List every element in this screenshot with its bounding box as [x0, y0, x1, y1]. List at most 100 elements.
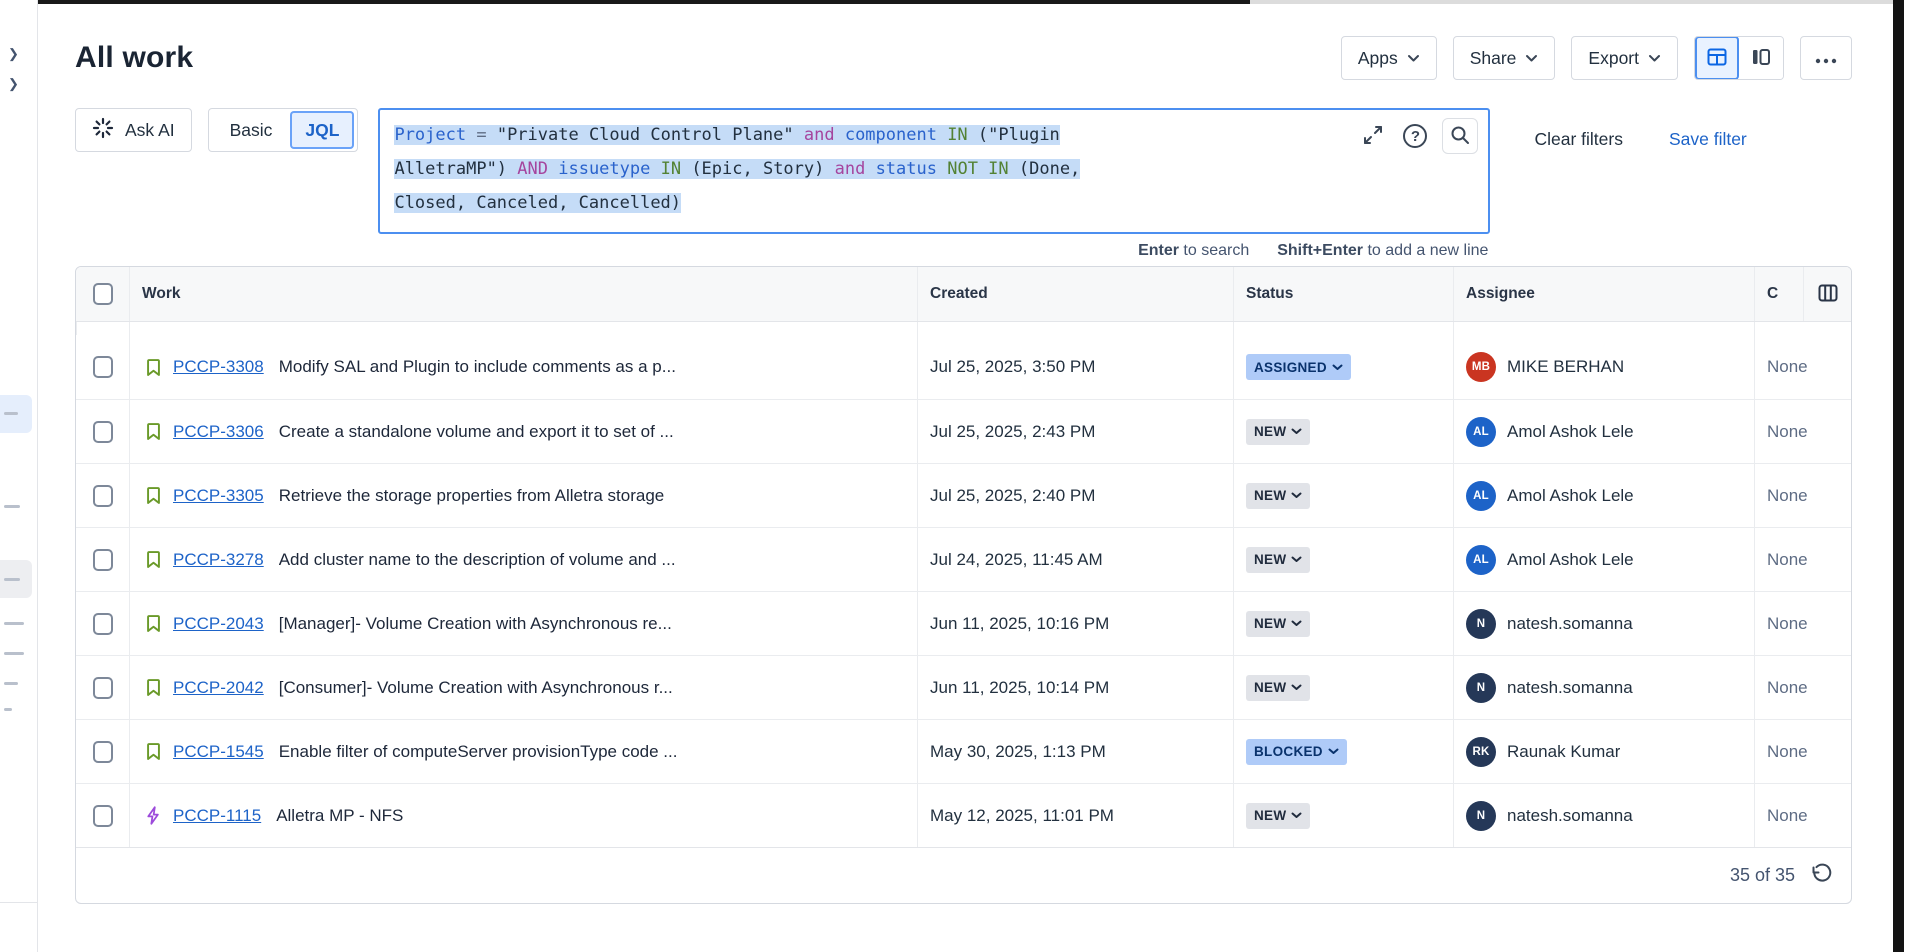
row-checkbox[interactable] — [93, 421, 113, 443]
syntax-help-button[interactable]: ? — [1400, 121, 1430, 151]
row-checkbox[interactable] — [93, 613, 113, 635]
chevron-down-icon — [1328, 748, 1339, 755]
table-row[interactable]: PCCP-3305 Retrieve the storage propertie… — [76, 463, 1851, 527]
avatar: MB — [1466, 352, 1496, 382]
issue-key-link[interactable]: PCCP-1545 — [173, 742, 264, 762]
row-checkbox[interactable] — [93, 805, 113, 827]
header-status[interactable]: Status — [1233, 267, 1453, 321]
story-icon — [142, 356, 164, 378]
row-checkbox[interactable] — [93, 356, 113, 378]
header-assignee[interactable]: Assignee — [1453, 267, 1754, 321]
save-filter-button[interactable]: Save filter — [1669, 129, 1747, 150]
row-checkbox[interactable] — [93, 741, 113, 763]
issue-key-link[interactable]: PCCP-1115 — [173, 806, 261, 826]
chevron-down-icon — [1332, 364, 1343, 371]
row-checkbox[interactable] — [93, 549, 113, 571]
header-checkbox-cell — [76, 267, 129, 321]
issue-key-link[interactable]: PCCP-3305 — [173, 486, 264, 506]
sidebar-item-remnant — [4, 622, 24, 625]
ask-ai-label: Ask AI — [125, 120, 175, 141]
header-extra-label[interactable]: C — [1767, 285, 1778, 303]
apps-button[interactable]: Apps — [1341, 36, 1437, 80]
run-search-button[interactable] — [1442, 118, 1478, 154]
issue-key-link[interactable]: PCCP-3278 — [173, 550, 264, 570]
extra-cell: None — [1754, 784, 1851, 847]
header-actions: Apps Share Export — [1341, 36, 1852, 80]
status-badge[interactable]: NEW — [1246, 483, 1310, 509]
status-badge[interactable]: ASSIGNED — [1246, 354, 1351, 380]
status-badge[interactable]: NEW — [1246, 803, 1310, 829]
assignee-name: Raunak Kumar — [1507, 742, 1620, 762]
avatar: N — [1466, 609, 1496, 639]
more-actions-button[interactable] — [1800, 36, 1852, 80]
assignee-cell: N natesh.somanna — [1453, 656, 1754, 719]
avatar: RK — [1466, 737, 1496, 767]
export-button[interactable]: Export — [1571, 36, 1678, 80]
status-badge-label: NEW — [1254, 488, 1286, 503]
row-checkbox-cell — [76, 400, 129, 463]
story-icon — [142, 613, 164, 635]
scrolled-row-remnant — [76, 322, 1851, 335]
issue-key-link[interactable]: PCCP-2042 — [173, 678, 264, 698]
refresh-icon — [1809, 862, 1833, 889]
configure-columns-button[interactable] — [1803, 267, 1851, 321]
table-row[interactable]: PCCP-1545 Enable filter of computeServer… — [76, 719, 1851, 783]
more-icon — [1815, 48, 1837, 69]
table-row[interactable]: PCCP-3308 Modify SAL and Plugin to inclu… — [76, 335, 1851, 399]
chevron-down-icon — [1291, 812, 1302, 819]
refresh-button[interactable] — [1809, 862, 1833, 889]
clear-filters-button[interactable]: Clear filters — [1534, 129, 1623, 150]
row-checkbox[interactable] — [93, 485, 113, 507]
row-checkbox-cell — [76, 464, 129, 527]
row-checkbox-cell — [76, 656, 129, 719]
assignee-name: Amol Ashok Lele — [1507, 550, 1634, 570]
assignee-name: natesh.somanna — [1507, 614, 1633, 634]
row-checkbox-cell — [76, 784, 129, 847]
status-cell: NEW — [1233, 592, 1453, 655]
chevron-down-icon — [1291, 428, 1302, 435]
mode-basic-tab[interactable]: Basic — [212, 111, 291, 149]
assignee-cell: N natesh.somanna — [1453, 784, 1754, 847]
chevron-down-icon — [1525, 54, 1538, 63]
ask-ai-button[interactable]: Ask AI — [75, 108, 192, 152]
export-button-label: Export — [1588, 48, 1639, 69]
hint-shift-key: Shift+Enter — [1277, 242, 1363, 259]
jql-input[interactable]: Project = "Private Cloud Control Plane" … — [378, 108, 1490, 234]
created-cell: Jul 24, 2025, 11:45 AM — [917, 528, 1233, 591]
work-cell: PCCP-3308 Modify SAL and Plugin to inclu… — [129, 335, 917, 399]
table-row[interactable]: PCCP-3306 Create a standalone volume and… — [76, 399, 1851, 463]
row-checkbox[interactable] — [93, 677, 113, 699]
detail-view-button[interactable] — [1739, 36, 1783, 80]
apps-button-label: Apps — [1358, 48, 1398, 69]
table-row[interactable]: PCCP-3278 Add cluster name to the descri… — [76, 527, 1851, 591]
status-badge[interactable]: NEW — [1246, 675, 1310, 701]
issue-key-link[interactable]: PCCP-3306 — [173, 422, 264, 442]
table-view-button[interactable] — [1695, 36, 1739, 80]
search-icon — [1449, 124, 1471, 149]
work-cell: PCCP-3278 Add cluster name to the descri… — [129, 528, 917, 591]
chevron-right-icon[interactable]: ❯ — [8, 46, 19, 62]
sidebar-item-remnant — [4, 682, 18, 685]
header-work[interactable]: Work — [129, 267, 917, 321]
chevron-right-icon[interactable]: ❯ — [8, 76, 19, 92]
avatar: AL — [1466, 545, 1496, 575]
table-row[interactable]: PCCP-1115 Alletra MP - NFS May 12, 2025,… — [76, 783, 1851, 847]
jql-editor-wrap: Project = "Private Cloud Control Plane" … — [378, 108, 1490, 260]
status-badge[interactable]: NEW — [1246, 419, 1310, 445]
mode-jql-tab[interactable]: JQL — [290, 111, 354, 149]
issue-key-link[interactable]: PCCP-2043 — [173, 614, 264, 634]
issue-key-link[interactable]: PCCP-3308 — [173, 357, 264, 377]
select-all-checkbox[interactable] — [93, 283, 113, 305]
share-button[interactable]: Share — [1453, 36, 1556, 80]
filter-links: Clear filters Save filter — [1534, 117, 1746, 161]
status-badge[interactable]: NEW — [1246, 547, 1310, 573]
query-mode-toggle: Basic JQL — [208, 108, 359, 152]
status-badge-label: NEW — [1254, 680, 1286, 695]
status-badge[interactable]: NEW — [1246, 611, 1310, 637]
header-created[interactable]: Created — [917, 267, 1233, 321]
status-badge[interactable]: BLOCKED — [1246, 739, 1347, 765]
table-row[interactable]: PCCP-2042 [Consumer]- Volume Creation wi… — [76, 655, 1851, 719]
table-row[interactable]: PCCP-2043 [Manager]- Volume Creation wit… — [76, 591, 1851, 655]
assignee-name: Amol Ashok Lele — [1507, 422, 1634, 442]
expand-editor-button[interactable] — [1358, 121, 1388, 151]
